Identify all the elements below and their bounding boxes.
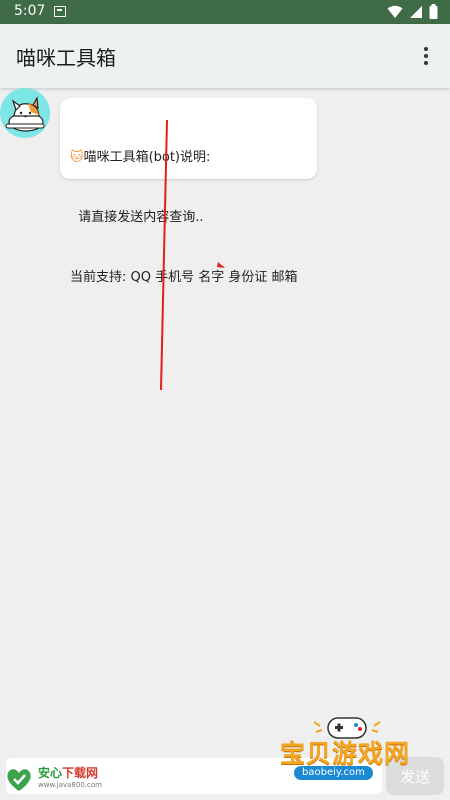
app-bar: 喵咪工具箱 — [0, 24, 450, 88]
chat-area[interactable]: 🐱喵咪工具箱(bot)说明: 请直接发送内容查询.. 当前支持: QQ 手机号 … — [0, 88, 450, 756]
message-line-2: 请直接发送内容查询.. — [70, 210, 204, 225]
signal-icon — [410, 5, 422, 18]
app-title: 喵咪工具箱 — [16, 46, 116, 70]
anxin-logo-icon — [7, 769, 31, 791]
bot-avatar[interactable] — [0, 88, 50, 138]
status-bar: 5:07 — [0, 0, 450, 24]
more-options-icon[interactable] — [414, 44, 438, 68]
sd-card-icon — [54, 6, 66, 17]
anxin-watermark: 安心下载网 www.java800.com — [4, 762, 102, 796]
baobei-watermark: 宝贝游戏网 baobeiy.com — [272, 712, 422, 790]
status-icons — [387, 4, 438, 19]
anxin-name: 安心下载网 — [38, 766, 99, 780]
cat-emoji-icon: 🐱 — [70, 150, 84, 165]
cat-avatar-icon — [5, 96, 45, 132]
message-line-1: 🐱喵咪工具箱(bot)说明: — [70, 150, 211, 165]
baobei-name: 宝贝游戏网 — [280, 739, 411, 768]
wifi-icon — [387, 5, 403, 18]
baobei-url: baobeiy.com — [294, 766, 373, 780]
battery-icon — [429, 4, 438, 19]
status-time: 5:07 — [14, 3, 46, 19]
message-line-3: 当前支持: QQ 手机号 名字 身份证 邮箱 — [70, 270, 298, 285]
bot-message-bubble[interactable]: 🐱喵咪工具箱(bot)说明: 请直接发送内容查询.. 当前支持: QQ 手机号 … — [60, 98, 317, 285]
anxin-url: www.java800.com — [38, 781, 102, 789]
